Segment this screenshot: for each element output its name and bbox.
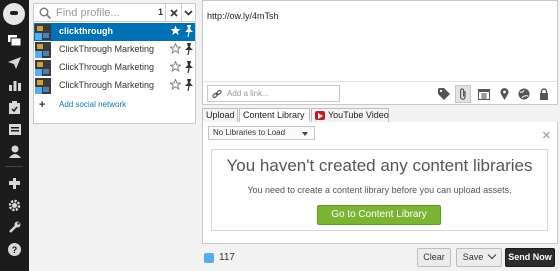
add-link-input[interactable] (227, 87, 335, 100)
profile-row[interactable]: ClickThrough Marketing (34, 41, 195, 59)
composer-toolbar (203, 81, 557, 104)
chevron-down-icon (184, 10, 193, 16)
schedule-icon[interactable] (476, 86, 492, 102)
empty-library-text: You need to create a content library bef… (247, 185, 512, 195)
attachment-icon[interactable] (455, 85, 471, 103)
profile-search-bar: 1 (34, 4, 195, 22)
pin-icon[interactable] (184, 61, 194, 73)
profile-search-input[interactable] (56, 5, 166, 20)
profile-name: ClickThrough Marketing (59, 62, 155, 72)
character-counter: 117 (204, 252, 244, 264)
avatar (35, 42, 51, 58)
composer-footer: 117 Clear Save Send Now (202, 246, 558, 270)
character-count: 117 (219, 252, 235, 263)
library-select[interactable]: No Libraries to Load (208, 126, 315, 140)
caret-down-icon (302, 132, 308, 136)
streams-icon[interactable] (0, 30, 29, 52)
clear-button[interactable]: Clear (417, 248, 451, 267)
profile-picker: 1 clickthrough ClickThrough Marketing Cl… (33, 3, 196, 124)
star-icon[interactable] (170, 25, 181, 36)
pin-icon[interactable] (184, 25, 194, 37)
avatar (35, 60, 51, 76)
svg-text:?: ? (12, 245, 18, 255)
assignments-icon[interactable] (0, 96, 29, 118)
profile-row[interactable]: ClickThrough Marketing (34, 77, 195, 95)
close-icon (169, 9, 178, 17)
send-icon[interactable] (0, 52, 29, 74)
add-social-network-label: Add social network (59, 100, 127, 109)
youtube-icon (315, 111, 325, 120)
analytics-icon[interactable] (0, 74, 29, 96)
apps-icon[interactable] (0, 172, 29, 194)
targeting-icon[interactable] (516, 86, 532, 102)
profile-row[interactable]: ClickThrough Marketing (34, 59, 195, 77)
tab-youtube-video[interactable]: YouTube Video (311, 108, 389, 123)
add-social-network-link[interactable]: + Add social network (34, 96, 195, 114)
tools-icon[interactable] (0, 216, 29, 238)
pin-icon[interactable] (184, 79, 194, 91)
profile-row[interactable]: clickthrough (34, 23, 195, 41)
pin-icon[interactable] (184, 43, 194, 55)
empty-library-message: You haven't created any content librarie… (211, 149, 548, 231)
save-label: Save (462, 252, 484, 262)
avatar (35, 78, 51, 94)
publisher-icon[interactable] (0, 118, 29, 140)
settings-icon[interactable] (0, 194, 29, 216)
empty-library-heading: You haven't created any content librarie… (226, 156, 533, 175)
tab-upload[interactable]: Upload (202, 108, 238, 123)
star-icon[interactable] (170, 79, 181, 90)
owl-logo-icon[interactable] (3, 3, 25, 25)
tag-icon[interactable] (436, 86, 452, 102)
left-nav: ? (0, 0, 29, 271)
save-button[interactable]: Save (456, 248, 502, 267)
profile-name: clickthrough (59, 26, 114, 36)
star-icon[interactable] (170, 61, 181, 72)
library-select-value: No Libraries to Load (213, 128, 286, 137)
profile-name: ClickThrough Marketing (59, 44, 155, 54)
nav-divider (5, 166, 23, 167)
privacy-icon[interactable] (536, 86, 552, 102)
location-icon[interactable] (496, 86, 512, 102)
send-now-button[interactable]: Send Now (505, 248, 555, 267)
avatar (35, 24, 51, 40)
close-icon[interactable]: ✕ (542, 129, 551, 142)
add-link-field (207, 85, 340, 102)
message-input[interactable]: http://ow.ly/4mTsh (204, 2, 556, 80)
link-icon (212, 89, 222, 99)
help-icon[interactable]: ? (0, 238, 29, 260)
star-icon[interactable] (170, 43, 181, 54)
contacts-icon[interactable] (0, 140, 29, 162)
tab-youtube-label: YouTube Video (328, 110, 389, 120)
message-composer: http://ow.ly/4mTsh (202, 0, 558, 105)
go-to-content-library-button[interactable]: Go to Content Library (317, 205, 441, 225)
content-library-panel: No Libraries to Load ✕ You haven't creat… (202, 122, 558, 244)
twitter-icon (204, 253, 214, 263)
selected-profile-count: 1 (158, 7, 164, 17)
chevron-down-icon (488, 250, 497, 260)
app-root: ? 1 clickthrough ClickThrough Marketing (0, 0, 560, 271)
tab-content-library[interactable]: Content Library (239, 108, 310, 123)
clear-profiles-button[interactable] (165, 4, 181, 22)
search-icon (39, 7, 51, 19)
profile-dropdown-button[interactable] (181, 4, 195, 22)
plus-icon: + (39, 99, 46, 111)
profile-name: ClickThrough Marketing (59, 80, 155, 90)
